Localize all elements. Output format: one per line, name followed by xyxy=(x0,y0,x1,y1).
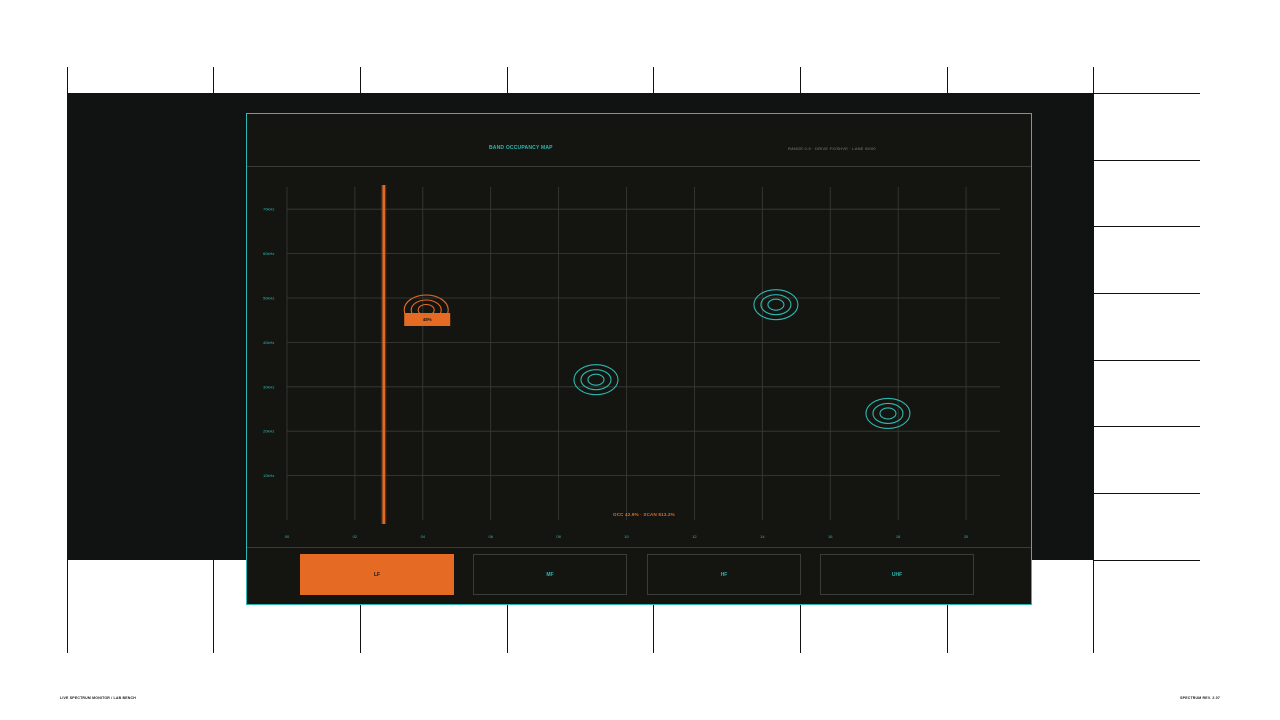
y-tick-label: 40kHz xyxy=(263,340,274,345)
tab-label: UHF xyxy=(891,571,903,578)
frame-line xyxy=(1094,426,1200,427)
footer-left: LIVE SPECTRUM MONITOR / LAB BENCH xyxy=(60,696,136,700)
occupancy-readout: OCC 42.9% · SCAN 813.2% xyxy=(613,512,675,517)
tab-uhf[interactable]: UHF xyxy=(820,554,974,595)
x-tick-label: 14 xyxy=(760,534,765,539)
band-occupancy-panel: BAND OCCUPANCY MAP RANGE 0-9 · DRIVE FX/… xyxy=(246,113,1032,605)
signal-marker[interactable] xyxy=(865,397,911,429)
signal-ring xyxy=(767,298,785,311)
tab-label: HF xyxy=(720,571,728,578)
y-tick-label: 10kHz xyxy=(263,473,274,478)
y-tick-label: 70kHz xyxy=(263,207,274,212)
x-tick-label: 00 xyxy=(285,534,290,539)
signal-marker[interactable] xyxy=(753,289,799,321)
x-tick-label: 04 xyxy=(421,534,426,539)
x-tick-label: 20 xyxy=(964,534,969,539)
y-tick-label: 50kHz xyxy=(263,296,274,301)
x-tick-label: 02 xyxy=(353,534,358,539)
frame-line xyxy=(1094,360,1200,361)
signal-ring xyxy=(879,407,897,420)
frame-line xyxy=(1094,493,1200,494)
tab-label: LF xyxy=(373,571,381,578)
x-tick-label: 08 xyxy=(556,534,561,539)
frame-line xyxy=(1094,293,1200,294)
tab-mf[interactable]: MF xyxy=(473,554,627,595)
tab-hf[interactable]: HF xyxy=(647,554,801,595)
signal-ring xyxy=(587,373,605,386)
panel-meta: RANGE 0-9 · DRIVE FX/SHVE · LANE 09/00 xyxy=(788,146,876,151)
x-tick-label: 10 xyxy=(624,534,629,539)
signal-tag-label: 48% xyxy=(423,317,432,322)
panel-header: BAND OCCUPANCY MAP RANGE 0-9 · DRIVE FX/… xyxy=(247,114,1031,167)
band-tabs: LF MF HF UHF xyxy=(247,547,1031,605)
panel-title: BAND OCCUPANCY MAP xyxy=(489,145,553,151)
tab-lf[interactable]: LF xyxy=(300,554,454,595)
x-tick-label: 18 xyxy=(896,534,901,539)
occupancy-chart[interactable]: 00 02 04 06 08 10 12 14 16 18 20 70kHz 60kHz 50kHz 40k… xyxy=(247,167,1033,547)
frequency-cursor xyxy=(382,185,385,524)
y-tick-label: 20kHz xyxy=(263,429,274,434)
tab-label: MF xyxy=(546,571,554,578)
signal-marker-selected[interactable]: 48% xyxy=(403,294,451,326)
signal-marker[interactable] xyxy=(573,364,619,396)
y-tick-label: 60kHz xyxy=(263,251,274,256)
x-tick-label: 06 xyxy=(488,534,493,539)
y-tick-label: 30kHz xyxy=(263,384,274,389)
frame-line xyxy=(1094,93,1200,94)
footer-right: SPECTRUM REV. 2.07 xyxy=(1180,696,1220,700)
frame-line xyxy=(1094,160,1200,161)
x-tick-label: 16 xyxy=(828,534,833,539)
frame-line xyxy=(1094,226,1200,227)
frame-line xyxy=(1094,560,1200,561)
x-tick-label: 12 xyxy=(692,534,697,539)
